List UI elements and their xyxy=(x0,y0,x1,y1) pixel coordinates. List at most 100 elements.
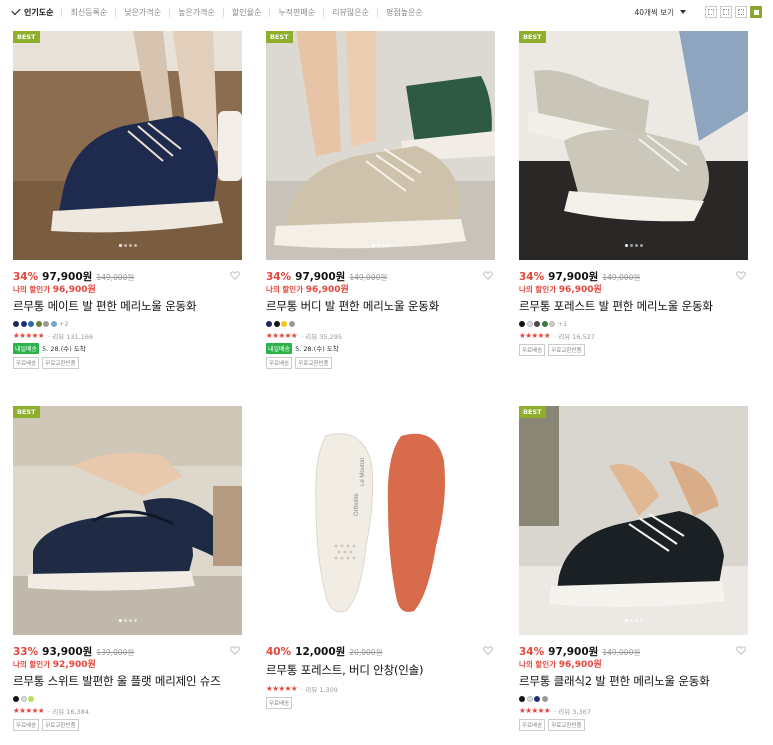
product-image[interactable]: BEST xyxy=(266,31,495,260)
product-photo xyxy=(266,31,495,260)
price-row: 34% 97,900원 149,000원 xyxy=(13,269,242,283)
service-tag: 무료배송 xyxy=(13,357,40,369)
rating-row: ★★★★★ · 리뷰 131,166 xyxy=(13,331,242,341)
original-price: 149,000원 xyxy=(602,273,641,282)
product-photo xyxy=(519,31,748,260)
review-count: · 리뷰 1,309 xyxy=(301,685,338,694)
view-grid-2-icon[interactable] xyxy=(720,6,732,18)
product-image[interactable]: BEST xyxy=(13,31,242,260)
sale-price: 93,900원 xyxy=(42,646,93,658)
color-swatches: +2 xyxy=(13,320,242,328)
color-swatch[interactable] xyxy=(281,320,287,327)
heart-icon[interactable] xyxy=(736,646,746,655)
sort-newest[interactable]: 최신등록순 xyxy=(61,7,115,17)
product-card[interactable]: BEST 34% 97,900원 149,000원 나의 할인가 96,900원… xyxy=(519,406,748,731)
per-page-label: 40개씩 보기 xyxy=(634,7,674,17)
color-swatch[interactable] xyxy=(526,695,533,702)
chevron-down-icon xyxy=(680,10,686,14)
best-badge: BEST xyxy=(13,406,40,418)
my-discount-amount: 96,900원 xyxy=(305,285,349,295)
color-swatch[interactable] xyxy=(28,320,34,327)
heart-icon[interactable] xyxy=(230,646,240,655)
review-count: · 리뷰 131,166 xyxy=(48,332,94,341)
color-swatch[interactable] xyxy=(541,320,548,327)
original-price: 149,000원 xyxy=(349,273,388,282)
product-image[interactable]: Ortholite Le Mouton xyxy=(266,406,495,635)
color-swatch[interactable] xyxy=(541,695,548,702)
view-list-icon[interactable] xyxy=(705,6,717,18)
heart-icon[interactable] xyxy=(230,271,240,280)
discount-rate: 34% xyxy=(13,271,39,283)
carousel-dots[interactable] xyxy=(624,244,644,247)
best-badge: BEST xyxy=(519,406,546,418)
color-swatch[interactable] xyxy=(288,320,295,327)
sort-popular-label: 인기도순 xyxy=(24,7,54,17)
star-icon: ★★★★★ xyxy=(266,331,298,340)
view-grid-3-icon[interactable] xyxy=(735,6,747,18)
color-swatch[interactable] xyxy=(28,695,34,702)
color-swatch[interactable] xyxy=(266,320,272,327)
color-swatch[interactable] xyxy=(526,320,533,327)
product-card[interactable]: BEST 34% 97,900원 149,000원 나의 할인가 96,900원… xyxy=(266,31,495,369)
product-name[interactable]: 르무통 스위트 발편한 울 플랫 메리제인 슈즈 xyxy=(13,673,242,687)
color-swatch[interactable] xyxy=(20,320,27,327)
my-discount-label: 나의 할인가 xyxy=(519,285,557,294)
color-swatches xyxy=(266,320,495,327)
service-tag: 무료교환반품 xyxy=(295,357,332,369)
color-swatch[interactable] xyxy=(13,320,19,327)
star-icon: ★★★★★ xyxy=(266,684,298,693)
color-swatch[interactable] xyxy=(43,320,49,327)
sort-reviews[interactable]: 리뷰많은순 xyxy=(323,7,377,17)
sort-bar: 인기도순 최신등록순 낮은가격순 높은가격순 할인율순 누적판매순 리뷰많은순 … xyxy=(11,4,762,20)
product-image[interactable]: BEST xyxy=(519,406,748,635)
star-icon: ★★★★★ xyxy=(519,706,551,715)
color-swatch[interactable] xyxy=(13,695,19,702)
sort-price-high[interactable]: 높은가격순 xyxy=(169,7,223,17)
color-swatch[interactable] xyxy=(534,695,540,702)
per-page-select[interactable]: 40개씩 보기 xyxy=(634,7,686,18)
color-swatch[interactable] xyxy=(519,320,525,327)
sort-popular[interactable]: 인기도순 xyxy=(11,5,61,17)
view-grid-4-icon[interactable] xyxy=(750,6,762,18)
service-tag: 무료배송 xyxy=(266,697,293,709)
heart-icon[interactable] xyxy=(483,271,493,280)
my-discount-label: 나의 할인가 xyxy=(13,285,51,294)
sort-rating[interactable]: 평점높은순 xyxy=(376,7,431,17)
product-card[interactable]: BEST 33% 93,900원 139,000원 나의 할인가 92,900원… xyxy=(13,406,242,731)
product-name[interactable]: 르무통 메이트 발 편한 메리노울 운동화 xyxy=(13,298,242,312)
sort-discount[interactable]: 할인율순 xyxy=(222,7,269,17)
carousel-dots[interactable] xyxy=(118,244,138,247)
sort-price-low[interactable]: 낮은가격순 xyxy=(115,7,169,17)
color-swatches: +1 xyxy=(519,320,748,328)
product-image[interactable]: BEST xyxy=(13,406,242,635)
product-name[interactable]: 르무통 포레스트, 버디 안창(인솔) xyxy=(266,662,495,676)
color-swatch[interactable] xyxy=(50,320,57,327)
product-card[interactable]: Ortholite Le Mouton 40% 12,000원 20,000원 … xyxy=(266,406,495,709)
carousel-dots[interactable] xyxy=(118,619,138,622)
sort-sales[interactable]: 누적판매순 xyxy=(269,7,323,17)
color-swatch[interactable] xyxy=(549,320,555,327)
service-tags: 무료배송 무료교환반품 xyxy=(519,719,748,731)
heart-icon[interactable] xyxy=(483,646,493,655)
product-card[interactable]: BEST 34% 97,900원 149,000원 나의 할인가 96,900원… xyxy=(519,31,748,356)
color-swatch[interactable] xyxy=(534,320,540,327)
service-tag: 무료배송 xyxy=(13,719,40,731)
color-swatch[interactable] xyxy=(20,695,27,702)
product-image[interactable]: BEST xyxy=(519,31,748,260)
color-swatch[interactable] xyxy=(35,320,42,327)
product-name[interactable]: 르무통 버디 발 편한 메리노울 운동화 xyxy=(266,298,495,312)
carousel-dots[interactable] xyxy=(371,244,391,247)
color-swatch[interactable] xyxy=(519,695,525,702)
best-badge: BEST xyxy=(266,31,293,43)
insole-brand-text: Ortholite xyxy=(354,493,360,516)
product-name[interactable]: 르무통 포레스트 발 편한 메리노울 운동화 xyxy=(519,298,748,312)
review-count: · 리뷰 16,527 xyxy=(554,332,596,341)
service-tag: 무료배송 xyxy=(519,344,546,356)
my-discount-label: 나의 할인가 xyxy=(266,285,304,294)
review-count: · 리뷰 3,367 xyxy=(554,707,591,716)
product-card[interactable]: BEST 34% 97,900원 149,000원 나의 할인가 96,900원… xyxy=(13,31,242,369)
carousel-dots[interactable] xyxy=(624,619,644,622)
heart-icon[interactable] xyxy=(736,271,746,280)
color-swatch[interactable] xyxy=(273,320,280,327)
product-name[interactable]: 르무통 클래식2 발 편한 메리노울 운동화 xyxy=(519,673,748,687)
